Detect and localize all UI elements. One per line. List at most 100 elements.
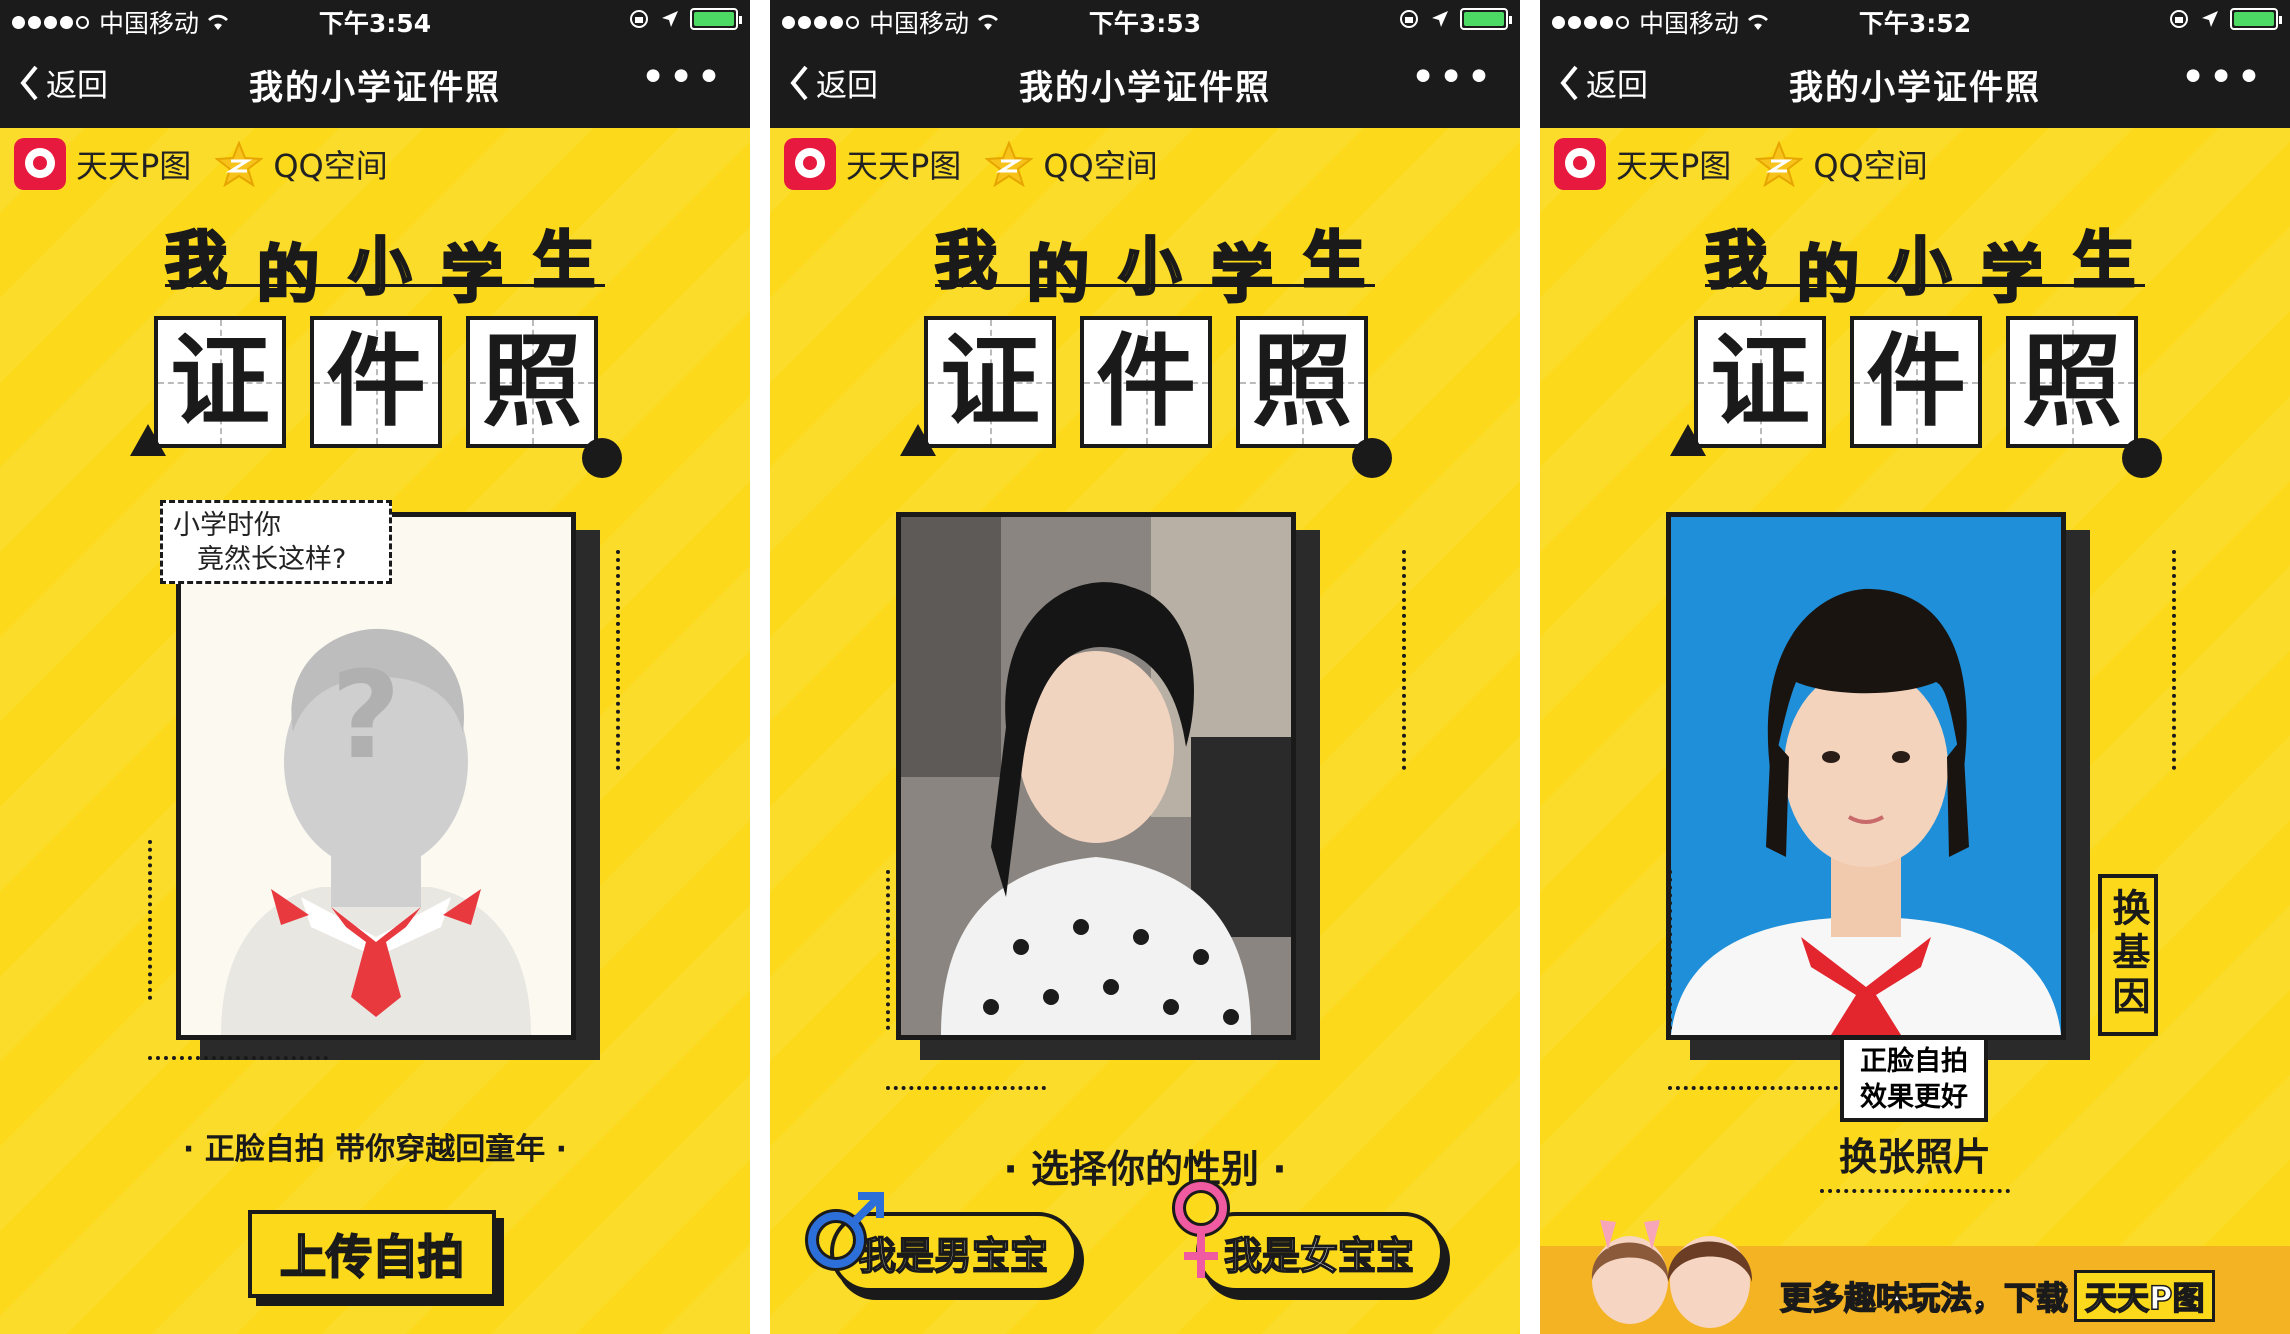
location-icon	[1432, 11, 1448, 27]
title-char: 证	[170, 323, 270, 440]
more-button[interactable]: •••	[2180, 56, 2264, 100]
title-box: 证	[1694, 316, 1826, 448]
female-symbol-icon	[1172, 1179, 1230, 1278]
uploaded-selfie-photo	[896, 512, 1296, 1040]
title-box: 件	[1850, 316, 1982, 448]
battery-icon	[690, 8, 742, 30]
more-button[interactable]: •••	[1410, 56, 1494, 100]
placeholder-photo[interactable]: ?	[176, 512, 576, 1040]
triangle-decoration	[900, 424, 936, 456]
headline: 我 的 小 学 生	[1703, 210, 2145, 313]
title-box: 件	[310, 316, 442, 448]
title-char: 件	[326, 323, 426, 440]
child-id-photo-image	[1671, 517, 2061, 1035]
nav-bar: 返回 我的小学证件照 •••	[1540, 40, 2290, 128]
dotted-decoration	[1668, 870, 1672, 1030]
status-bar: 中国移动 下午3:53	[770, 0, 1520, 40]
dotted-decoration	[148, 1056, 328, 1060]
headline-char: 的	[1795, 237, 1860, 313]
headline: 我 的 小 学 生	[933, 210, 1375, 313]
headline-underline	[935, 284, 1375, 287]
result-id-photo	[1666, 512, 2066, 1040]
nav-bar: 返回 我的小学证件照 •••	[0, 40, 750, 128]
screen-result: 中国移动 下午3:52 返回 我的小学证件照 ••• 天天P图 QQ空间 我 的…	[1540, 0, 2290, 1334]
top-bar: 中国移动 下午3:54 返回 我的小学证件照 •••	[0, 0, 750, 128]
headline-char: 的	[255, 237, 320, 313]
question-mark: ?	[331, 647, 401, 786]
title-box: 证	[924, 316, 1056, 448]
brand-bar: 天天P图 QQ空间	[784, 138, 1158, 190]
qzone-brand-label: QQ空间	[1043, 147, 1158, 185]
caption-line: 竟然长这样?	[197, 544, 347, 575]
headline-char: 学	[439, 237, 504, 313]
status-bar: 中国移动 下午3:54	[0, 0, 750, 40]
title-box: 照	[2006, 316, 2138, 448]
change-photo-button[interactable]: 换张照片	[1820, 1126, 2010, 1193]
tagline: · 正脸自拍 带你穿越回童年 ·	[182, 1132, 568, 1167]
cartoon-girls-image	[1591, 1220, 1753, 1328]
screen-gender: 中国移动 下午3:53 返回 我的小学证件照 ••• 天天P图 QQ空间 我 的…	[770, 0, 1520, 1334]
top-bar: 中国移动 下午3:53 返回 我的小学证件照 •••	[770, 0, 1520, 128]
qzone-star-icon	[1755, 141, 1804, 187]
title-char: 照	[1252, 323, 1352, 440]
ttpt-logo-icon	[14, 138, 66, 190]
dot-decoration	[1352, 438, 1392, 478]
dot-decoration	[2122, 438, 2162, 478]
dotted-decoration	[1402, 550, 1406, 770]
qzone-star-icon	[215, 141, 264, 187]
nav-bar: 返回 我的小学证件照 •••	[770, 40, 1520, 128]
tip-line: 效果更好	[1860, 1082, 1968, 1113]
headline-char: 的	[1025, 237, 1090, 313]
headline-char: 小	[347, 229, 412, 305]
top-bar: 中国移动 下午3:52 返回 我的小学证件照 •••	[1540, 0, 2290, 128]
ttpt-brand-label: 天天P图	[846, 147, 962, 185]
page-title: 我的小学证件照	[1789, 68, 2041, 108]
female-button-label: 我是女宝宝	[1223, 1233, 1415, 1279]
tip-line: 正脸自拍	[1860, 1046, 1968, 1077]
upload-selfie-button[interactable]: 上传自拍	[248, 1210, 496, 1298]
headline-underline	[1705, 284, 2145, 287]
rotation-lock-icon	[1400, 10, 1418, 28]
status-bar: 中国移动 下午3:52	[1540, 0, 2290, 40]
headline: 我 的 小 学 生	[163, 210, 605, 313]
title-char: 件	[1866, 323, 1966, 440]
dotted-decoration	[616, 550, 620, 770]
location-icon	[2202, 11, 2218, 27]
title-char: 照	[2022, 323, 2122, 440]
male-symbol-icon	[805, 1192, 884, 1271]
screen-upload: 中国移动 下午3:54 返回 我的小学证件照 ••• 天天P图 QQ空间 我 的…	[0, 0, 750, 1334]
dotted-decoration	[1668, 1086, 1838, 1090]
caption-box: 小学时你 竟然长这样?	[160, 500, 392, 584]
headline-underline	[165, 284, 605, 287]
battery-icon	[2230, 8, 2282, 30]
page-title: 我的小学证件照	[249, 68, 501, 108]
qzone-brand-label: QQ空间	[273, 147, 388, 185]
dotted-decoration	[886, 870, 890, 1030]
title-char: 证	[1710, 323, 1810, 440]
change-gene-button[interactable]: 换基因	[2098, 874, 2158, 1036]
page-title: 我的小学证件照	[1019, 68, 1271, 108]
change-gene-label: 换基因	[2106, 888, 2150, 1020]
download-ttpt-link[interactable]: 天天P图	[2074, 1270, 2216, 1322]
title-char: 证	[940, 323, 1040, 440]
headline-char: 小	[1117, 229, 1182, 305]
dotted-decoration	[148, 840, 152, 1000]
title-char: 件	[1096, 323, 1196, 440]
dot-decoration	[582, 438, 622, 478]
more-button[interactable]: •••	[640, 56, 724, 100]
title-box: 照	[1236, 316, 1368, 448]
qzone-brand-label: QQ空间	[1813, 147, 1928, 185]
download-banner-text: 更多趣味玩法，下载 天天P图	[1779, 1270, 2216, 1322]
dotted-decoration	[886, 1086, 1046, 1090]
caption-line: 小学时你	[173, 510, 281, 541]
brand-bar: 天天P图 QQ空间	[14, 138, 388, 190]
battery-icon	[1460, 8, 1512, 30]
brand-bar: 天天P图 QQ空间	[1554, 138, 1928, 190]
triangle-decoration	[1670, 424, 1706, 456]
triangle-decoration	[130, 424, 166, 456]
banner-label: 更多趣味玩法，下载	[1779, 1278, 2069, 1318]
title-box: 证	[154, 316, 286, 448]
ttpt-brand-label: 天天P图	[76, 147, 192, 185]
location-icon	[662, 11, 678, 27]
headline-char: 学	[1979, 237, 2044, 313]
